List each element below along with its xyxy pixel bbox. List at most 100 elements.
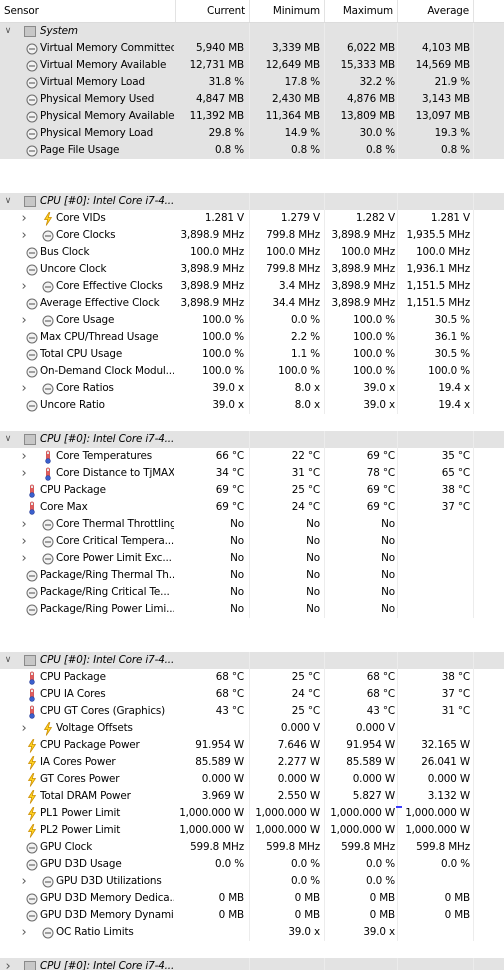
maximum-value: 0.0 % [366, 875, 395, 887]
sensor-row[interactable]: CPU Package 68 °C 25 °C 68 °C 38 °C [0, 669, 504, 686]
sensor-row[interactable]: Page File Usage 0.8 % 0.8 % 0.8 % 0.8 % [0, 142, 504, 159]
sensor-row[interactable]: CPU GT Cores (Graphics) 43 °C 25 °C 43 °C 31… [0, 703, 504, 720]
sensor-row[interactable]: › GPU D3D Utilizations 0.0 % 0.0 % [0, 873, 504, 890]
sensor-row[interactable]: Average Effective Clock 3,898.9 MHz 34.4 M… [0, 295, 504, 312]
expand-chevron-icon[interactable]: › [19, 312, 29, 329]
sensor-group-row[interactable]: ∨ CPU [#0]: Intel Core i7-4... [0, 193, 504, 210]
column-header-bar: Sensor Current Minimum Maximum Average [0, 0, 504, 23]
expand-chevron-icon[interactable]: › [19, 533, 29, 550]
sensor-row[interactable]: GPU D3D Memory Dynamic 0 MB 0 MB 0 MB 0 MB [0, 907, 504, 924]
expand-chevron-icon[interactable]: › [19, 873, 29, 890]
expand-chevron-icon[interactable]: › [19, 210, 29, 227]
sensor-row[interactable]: Physical Memory Load 29.8 % 14.9 % 30.0 % 19… [0, 125, 504, 142]
sensor-row[interactable]: Core Max 69 °C 24 °C 69 °C 37 °C [0, 499, 504, 516]
column-divider [473, 873, 474, 890]
sensor-row[interactable]: On-Demand Clock Modul... 100.0 % 100.0 % 10… [0, 363, 504, 380]
thermometer-icon [41, 450, 54, 464]
maximum-value: 69 °C [366, 501, 395, 513]
sensor-row[interactable]: Uncore Ratio 39.0 x 8.0 x 39.0 x 19.4 x [0, 397, 504, 414]
expand-chevron-icon[interactable]: › [3, 958, 13, 970]
collapse-chevron-icon[interactable]: ∨ [3, 431, 13, 448]
sensor-tree-list[interactable]: ∨ System Virtual Memory Committed 5,940 MB 3… [0, 23, 504, 970]
current-value: 100.0 % [202, 348, 244, 360]
average-value: 3.132 W [427, 790, 470, 802]
sensor-row[interactable]: Virtual Memory Committed 5,940 MB 3,339 MB… [0, 40, 504, 57]
minimum-value: 24 °C [291, 501, 320, 513]
sensor-row[interactable]: Uncore Clock 3,898.9 MHz 799.8 MHz 3,898.9 … [0, 261, 504, 278]
sensor-row[interactable]: › Core Clocks 3,898.9 MHz 799.8 MHz 3,898.9 … [0, 227, 504, 244]
sensor-row[interactable]: › Core VIDs 1.281 V 1.279 V 1.282 V 1.281 V [0, 210, 504, 227]
current-value: 43 °C [215, 705, 244, 717]
sensor-row[interactable]: IA Cores Power 85.589 W 2.277 W 85.589 W 26.… [0, 754, 504, 771]
sensor-row[interactable]: CPU Package Power 91.954 W 7.646 W 91.954 W… [0, 737, 504, 754]
sensor-row[interactable]: › Core Temperatures 66 °C 22 °C 69 °C 35 °C [0, 448, 504, 465]
sensor-row[interactable]: › Core Effective Clocks 3,898.9 MHz 3.4 MHz… [0, 278, 504, 295]
expand-chevron-icon[interactable]: › [19, 550, 29, 567]
sensor-row[interactable]: Package/Ring Critical Te... No No No [0, 584, 504, 601]
sensor-group-row[interactable]: ∨ CPU [#0]: Intel Core i7-4... [0, 431, 504, 448]
expand-chevron-icon[interactable]: › [19, 227, 29, 244]
sensor-row[interactable]: › Voltage Offsets 0.000 V 0.000 V [0, 720, 504, 737]
sensor-row[interactable]: Package/Ring Thermal Th... No No No [0, 567, 504, 584]
minimum-value: No [306, 535, 320, 547]
sensor-row[interactable]: Total DRAM Power 3.969 W 2.550 W 5.827 W 3.1… [0, 788, 504, 805]
average-value: 0.000 W [427, 773, 470, 785]
sensor-group-row[interactable]: › CPU [#0]: Intel Core i7-4... [0, 958, 504, 970]
sensor-row[interactable]: › Core Usage 100.0 % 0.0 % 100.0 % 30.5 % [0, 312, 504, 329]
column-divider [473, 499, 474, 516]
sensor-row[interactable]: Total CPU Usage 100.0 % 1.1 % 100.0 % 30.5 % [0, 346, 504, 363]
minimum-value: 25 °C [291, 671, 320, 683]
sensor-row[interactable]: › Core Power Limit Exc... No No No [0, 550, 504, 567]
sensor-row[interactable]: › Core Thermal Throttling No No No [0, 516, 504, 533]
maximum-value: 5.827 W [352, 790, 395, 802]
collapse-chevron-icon[interactable]: ∨ [3, 23, 13, 40]
sensor-row[interactable]: › Core Critical Tempera... No No No [0, 533, 504, 550]
sensor-row[interactable]: CPU Package 69 °C 25 °C 69 °C 38 °C [0, 482, 504, 499]
thermometer-icon [25, 688, 38, 702]
sensor-label: Core VIDs [56, 212, 106, 224]
collapse-chevron-icon[interactable]: ∨ [3, 193, 13, 210]
sensor-row[interactable]: › Core Ratios 39.0 x 8.0 x 39.0 x 19.4 x [0, 380, 504, 397]
expand-chevron-icon[interactable]: › [19, 924, 29, 941]
sensor-row[interactable]: Virtual Memory Load 31.8 % 17.8 % 32.2 % 21.… [0, 74, 504, 91]
maximum-value: No [381, 552, 395, 564]
minimum-value: 799.8 MHz [266, 263, 320, 275]
maximum-value: 39.0 x [363, 382, 395, 394]
expand-chevron-icon[interactable]: › [19, 516, 29, 533]
sensor-row[interactable]: GT Cores Power 0.000 W 0.000 W 0.000 W 0.000… [0, 771, 504, 788]
sensor-row[interactable]: Physical Memory Available 11,392 MB 11,364… [0, 108, 504, 125]
sensor-row[interactable]: Package/Ring Power Limi... No No No [0, 601, 504, 618]
sensor-row[interactable]: PL2 Power Limit 1,000.000 W 1,000.000 W 1,0… [0, 822, 504, 839]
collapse-chevron-icon[interactable]: ∨ [3, 652, 13, 669]
sensor-row[interactable]: Physical Memory Used 4,847 MB 2,430 MB 4,87… [0, 91, 504, 108]
sensor-row[interactable]: Bus Clock 100.0 MHz 100.0 MHz 100.0 MHz 100.… [0, 244, 504, 261]
minimum-value: 1,000.000 W [255, 824, 320, 836]
column-divider [397, 193, 398, 210]
sensor-row[interactable]: GPU D3D Memory Dedica... 0 MB 0 MB 0 MB 0 MB [0, 890, 504, 907]
expand-chevron-icon[interactable]: › [19, 448, 29, 465]
sensor-row[interactable]: GPU Clock 599.8 MHz 599.8 MHz 599.8 MHz 599.… [0, 839, 504, 856]
sensor-row[interactable]: GPU D3D Usage 0.0 % 0.0 % 0.0 % 0.0 % [0, 856, 504, 873]
row-spacer [0, 414, 504, 431]
column-header-maximum[interactable]: Maximum [325, 0, 398, 22]
minimum-value: 0.0 % [291, 314, 320, 326]
sensor-label: GPU D3D Memory Dedica... [40, 892, 174, 904]
column-header-minimum[interactable]: Minimum [250, 0, 325, 22]
sensor-group-row[interactable]: ∨ CPU [#0]: Intel Core i7-4... [0, 652, 504, 669]
sensor-row[interactable]: CPU IA Cores 68 °C 24 °C 68 °C 37 °C [0, 686, 504, 703]
expand-chevron-icon[interactable]: › [19, 465, 29, 482]
expand-chevron-icon[interactable]: › [19, 278, 29, 295]
sensor-row[interactable]: Virtual Memory Available 12,731 MB 12,649 … [0, 57, 504, 74]
column-header-average[interactable]: Average [398, 0, 474, 22]
sensor-row[interactable]: PL1 Power Limit 1,000.000 W 1,000.000 W 1,0… [0, 805, 504, 822]
column-header-sensor[interactable]: Sensor [0, 0, 176, 22]
column-header-current[interactable]: Current [176, 0, 250, 22]
expand-chevron-icon[interactable]: › [19, 380, 29, 397]
sensor-row[interactable]: › OC Ratio Limits 39.0 x 39.0 x [0, 924, 504, 941]
sensor-group-row[interactable]: ∨ System [0, 23, 504, 40]
sensor-row[interactable]: Max CPU/Thread Usage 100.0 % 2.2 % 100.0 % 3… [0, 329, 504, 346]
expand-chevron-icon[interactable]: › [19, 720, 29, 737]
average-value: 3,143 MB [422, 93, 470, 105]
minimum-value: 3,339 MB [272, 42, 320, 54]
sensor-row[interactable]: › Core Distance to TjMAX 34 °C 31 °C 78 °C 65… [0, 465, 504, 482]
